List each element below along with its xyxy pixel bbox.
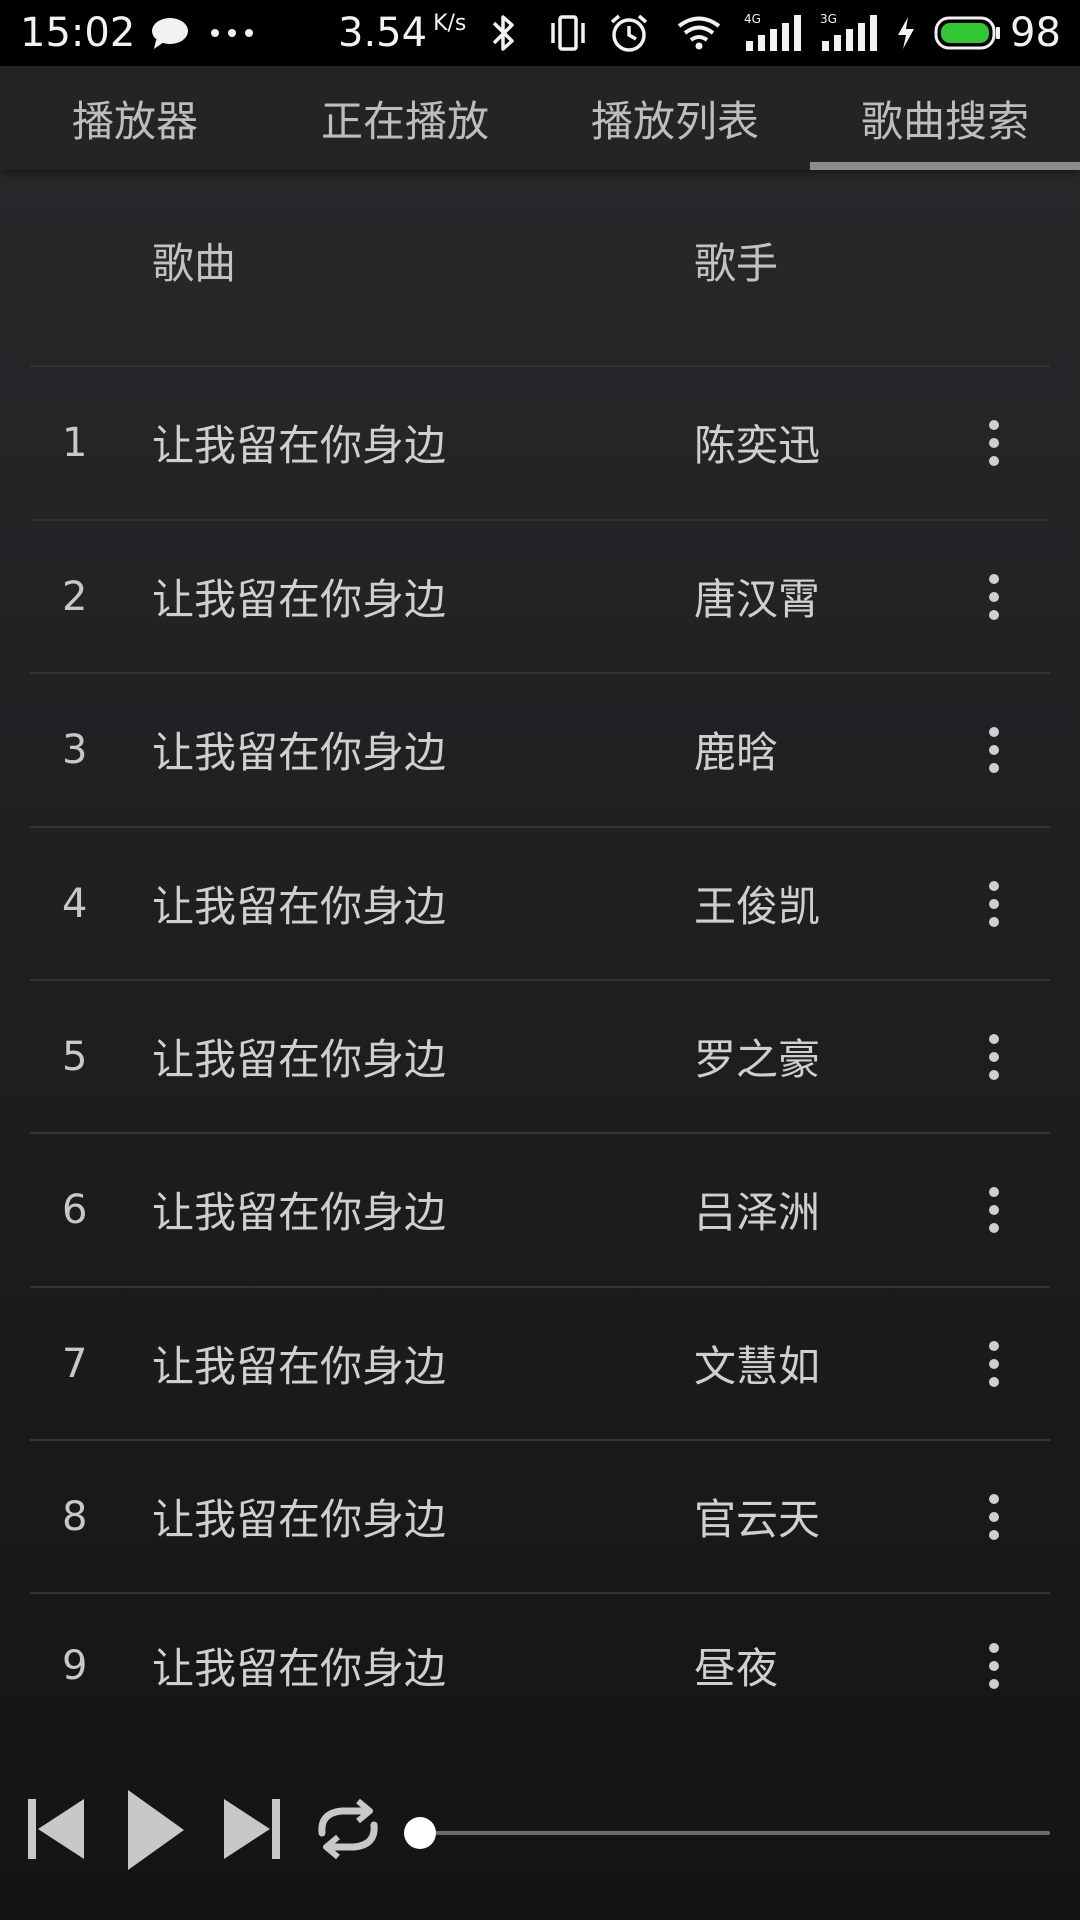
alarm-icon	[608, 0, 650, 66]
play-button[interactable]	[124, 1786, 188, 1878]
tab-now-playing[interactable]: 正在播放	[270, 66, 540, 170]
more-vertical-icon[interactable]	[974, 1589, 1014, 1742]
track-number: 6	[62, 1186, 88, 1233]
signal-4g-icon: 4G	[742, 0, 808, 66]
song-title: 让我留在你身边	[152, 421, 447, 470]
list-item[interactable]: 5 让我留在你身边 罗之豪	[0, 980, 1080, 1133]
song-title: 让我留在你身边	[152, 882, 447, 931]
charging-icon	[894, 0, 918, 66]
list-item[interactable]: 8 让我留在你身边 官云天	[0, 1440, 1080, 1593]
next-button[interactable]	[220, 1793, 284, 1869]
repeat-button[interactable]	[310, 1793, 386, 1869]
singer-name: 鹿晗	[694, 728, 779, 777]
tab-song-search[interactable]: 歌曲搜索	[810, 66, 1080, 170]
play-icon	[128, 1790, 184, 1870]
previous-button[interactable]	[24, 1793, 88, 1869]
repeat-icon	[318, 1798, 378, 1860]
network-speed-value: 3.54	[338, 10, 428, 56]
more-vertical-icon[interactable]	[974, 980, 1014, 1133]
more-dots-icon	[210, 0, 254, 66]
track-number: 2	[62, 573, 88, 620]
list-item[interactable]: 9 让我留在你身边 昼夜	[0, 1589, 1080, 1742]
chat-bubble-icon	[150, 0, 190, 66]
singer-name: 昼夜	[694, 1644, 779, 1693]
singer-name: 文慧如	[694, 1342, 821, 1391]
progress-thumb[interactable]	[404, 1817, 436, 1849]
more-vertical-icon[interactable]	[974, 520, 1014, 673]
progress-track[interactable]	[420, 1831, 1050, 1835]
more-vertical-icon[interactable]	[974, 366, 1014, 519]
singer-name: 王俊凯	[694, 882, 821, 931]
list-item[interactable]: 1 让我留在你身边 陈奕迅	[0, 366, 1080, 519]
song-title: 让我留在你身边	[152, 728, 447, 777]
previous-icon	[28, 1799, 84, 1859]
track-number: 8	[62, 1493, 88, 1540]
track-number: 9	[62, 1642, 88, 1689]
more-vertical-icon[interactable]	[974, 1133, 1014, 1286]
track-number: 4	[62, 880, 88, 927]
more-vertical-icon[interactable]	[974, 673, 1014, 826]
list-item[interactable]: 7 让我留在你身边 文慧如	[0, 1287, 1080, 1440]
song-title: 让我留在你身边	[152, 1188, 447, 1237]
tab-indicator	[810, 162, 1080, 170]
header-singer: 歌手	[694, 239, 779, 288]
tab-player[interactable]: 播放器	[0, 66, 270, 170]
list-item[interactable]: 2 让我留在你身边 唐汉霄	[0, 520, 1080, 673]
singer-name: 吕泽洲	[694, 1188, 821, 1237]
list-header: 歌曲 歌手	[0, 230, 1080, 290]
track-number: 3	[62, 726, 88, 773]
vibrate-icon	[548, 0, 588, 66]
song-title: 让我留在你身边	[152, 1342, 447, 1391]
singer-name: 官云天	[694, 1495, 821, 1544]
app-screen: 15:02 3.54 K/s 4G 3G 98 播放器 正在播放 播放列表 歌曲…	[0, 0, 1080, 1920]
player-bar	[0, 1760, 1080, 1900]
tab-bar: 播放器 正在播放 播放列表 歌曲搜索	[0, 66, 1080, 170]
song-title: 让我留在你身边	[152, 575, 447, 624]
status-time: 15:02	[20, 10, 136, 56]
battery-level: 98	[1010, 10, 1061, 56]
list-item[interactable]: 4 让我留在你身边 王俊凯	[0, 827, 1080, 980]
track-number: 7	[62, 1340, 88, 1387]
more-vertical-icon[interactable]	[974, 1287, 1014, 1440]
song-title: 让我留在你身边	[152, 1035, 447, 1084]
singer-name: 唐汉霄	[694, 575, 821, 624]
singer-name: 罗之豪	[694, 1035, 821, 1084]
wifi-icon	[676, 0, 722, 66]
bluetooth-icon	[488, 0, 518, 66]
network-speed-unit: K/s	[433, 10, 467, 36]
song-title: 让我留在你身边	[152, 1644, 447, 1693]
more-vertical-icon[interactable]	[974, 827, 1014, 980]
track-number: 1	[62, 419, 88, 466]
more-vertical-icon[interactable]	[974, 1440, 1014, 1593]
track-number: 5	[62, 1033, 88, 1080]
header-song: 歌曲	[152, 239, 237, 288]
song-title: 让我留在你身边	[152, 1495, 447, 1544]
singer-name: 陈奕迅	[694, 421, 821, 470]
battery-icon	[934, 0, 1002, 66]
list-item[interactable]: 3 让我留在你身边 鹿晗	[0, 673, 1080, 826]
signal-3g-label: 3G	[820, 12, 837, 26]
list-item[interactable]: 6 让我留在你身边 吕泽洲	[0, 1133, 1080, 1286]
signal-4g-label: 4G	[744, 12, 761, 26]
network-speed: 3.54 K/s	[338, 0, 466, 66]
next-icon	[224, 1799, 280, 1859]
tab-playlist[interactable]: 播放列表	[540, 66, 810, 170]
status-bar: 15:02 3.54 K/s 4G 3G 98	[0, 0, 1080, 66]
signal-3g-icon: 3G	[818, 0, 884, 66]
